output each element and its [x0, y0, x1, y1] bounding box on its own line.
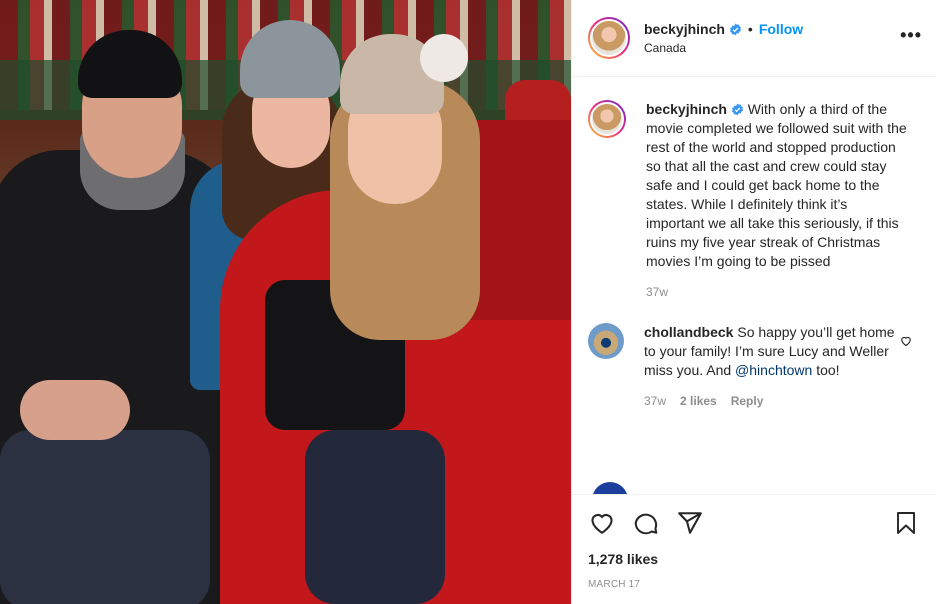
caption-body: beckyjhinch With only a third of the mov… [646, 100, 908, 299]
location-link[interactable]: Canada [644, 41, 803, 55]
comment-mention-link[interactable]: @hinchtown [735, 362, 812, 378]
bookmark-icon[interactable] [892, 509, 920, 537]
caption-username[interactable]: beckyjhinch [646, 101, 727, 117]
post-date[interactable]: MARCH 17 [588, 579, 920, 590]
avatar[interactable] [588, 17, 630, 59]
verified-badge-icon [731, 103, 743, 116]
paper-plane-icon[interactable] [676, 509, 704, 537]
post-actions: 1,278 likes MARCH 17 [572, 494, 936, 604]
caption-text-block: beckyjhinch With only a third of the mov… [646, 100, 908, 271]
post-photo[interactable] [0, 0, 571, 604]
photo-man-jeans [0, 430, 210, 604]
caption-avatar[interactable] [588, 100, 626, 138]
comment-text-block: chollandbeck So happy you’ll get home to… [644, 323, 906, 380]
comment-icon[interactable] [632, 509, 660, 537]
comment-item: chollandbeck So happy you’ll get home to… [588, 323, 920, 408]
comment-meta: 37w 2 likes Reply [644, 394, 906, 408]
action-icons-row [588, 495, 920, 551]
comment-avatar-image [588, 323, 624, 359]
follow-button[interactable]: Follow [759, 21, 803, 37]
avatar-image [590, 19, 628, 57]
caption-age[interactable]: 37w [646, 285, 668, 299]
separator-dot: • [747, 21, 753, 37]
header-line: beckyjhinch • Follow [644, 21, 803, 37]
comments-list[interactable]: beckyjhinch With only a third of the mov… [572, 78, 936, 494]
comment-like-heart-icon[interactable] [900, 335, 912, 347]
post-header: beckyjhinch • Follow Canada ••• [572, 0, 936, 77]
photo-woman-jeans [305, 430, 445, 604]
header-text: beckyjhinch • Follow Canada [644, 21, 803, 55]
verified-badge-icon [730, 23, 741, 35]
more-options-icon[interactable]: ••• [900, 26, 922, 44]
partial-comment-avatar[interactable] [592, 482, 628, 494]
caption-avatar-image [590, 102, 624, 136]
caption: beckyjhinch With only a third of the mov… [588, 100, 920, 299]
username-link[interactable]: beckyjhinch [644, 21, 725, 37]
post-sidebar: beckyjhinch • Follow Canada ••• beckyjhi… [571, 0, 936, 604]
comment-text-after: too! [816, 362, 840, 378]
caption-text: With only a third of the movie completed… [646, 101, 907, 269]
comment-reply-button[interactable]: Reply [731, 394, 764, 408]
comment-avatar[interactable] [588, 323, 624, 359]
comment-body: chollandbeck So happy you’ll get home to… [644, 323, 906, 408]
heart-icon[interactable] [588, 509, 616, 537]
likes-count[interactable]: 1,278 likes [588, 551, 920, 567]
photo-woman-hat-pompom [420, 34, 468, 82]
caption-meta: 37w [646, 285, 908, 299]
photo-man-hands [20, 380, 130, 440]
comment-likes-count[interactable]: 2 likes [680, 394, 717, 408]
comment-age[interactable]: 37w [644, 394, 666, 408]
comment-username[interactable]: chollandbeck [644, 324, 733, 340]
